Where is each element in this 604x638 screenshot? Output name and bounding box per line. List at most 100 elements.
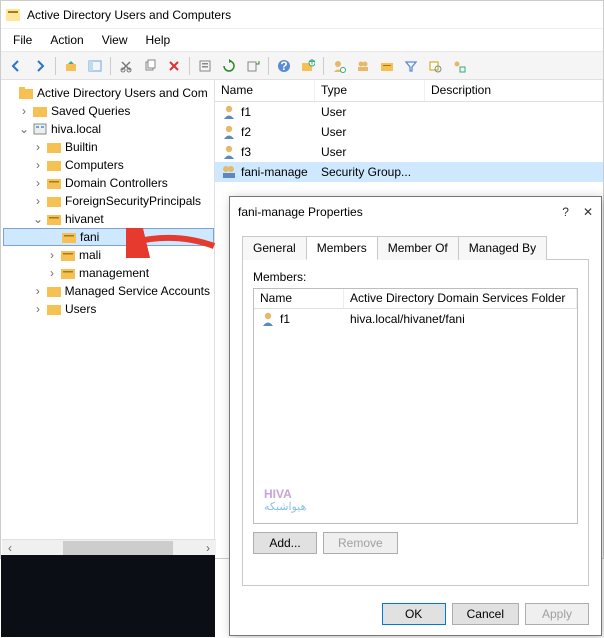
delete-button[interactable] (163, 55, 185, 77)
ou-icon (61, 229, 77, 245)
properties-button[interactable] (194, 55, 216, 77)
export-button[interactable] (242, 55, 264, 77)
expand-icon[interactable] (46, 230, 60, 244)
scroll-right-icon[interactable]: › (200, 540, 216, 556)
tree-msa[interactable]: › Managed Service Accounts (3, 282, 214, 300)
tree-domain[interactable]: ⌄ hiva.local (3, 120, 214, 138)
col-name[interactable]: Name (215, 80, 315, 101)
list-rows: f1Userf2Userf3Userfani-manageSecurity Gr… (215, 102, 603, 182)
members-action-row: Add... Remove (253, 532, 578, 554)
svg-text:+: + (308, 59, 315, 69)
menu-action[interactable]: Action (42, 31, 91, 49)
members-list[interactable]: Name Active Directory Domain Services Fo… (253, 288, 578, 524)
back-button[interactable] (5, 55, 27, 77)
menu-view[interactable]: View (94, 31, 136, 49)
expand-icon[interactable]: › (31, 194, 45, 208)
tree-hivanet[interactable]: ⌄ hivanet (3, 210, 214, 228)
folder-icon (46, 157, 62, 173)
tree-mali[interactable]: › mali (3, 246, 214, 264)
copy-button[interactable] (139, 55, 161, 77)
tree-builtin[interactable]: › Builtin (3, 138, 214, 156)
new-user-button[interactable] (328, 55, 350, 77)
ok-button[interactable]: OK (382, 603, 446, 625)
folder-icon (46, 193, 62, 209)
expand-icon[interactable]: › (17, 104, 31, 118)
list-header: Name Type Description (215, 80, 603, 102)
menu-file[interactable]: File (5, 31, 40, 49)
new-group-button[interactable] (352, 55, 374, 77)
tree-computers[interactable]: › Computers (3, 156, 214, 174)
collapse-icon[interactable]: ⌄ (17, 122, 31, 136)
list-row[interactable]: f2User (215, 122, 603, 142)
cancel-button[interactable]: Cancel (452, 603, 519, 625)
add-to-group-button[interactable] (448, 55, 470, 77)
up-button[interactable] (60, 55, 82, 77)
tree-h-scrollbar[interactable]: ‹ › (2, 539, 216, 555)
apply-button[interactable]: Apply (525, 603, 589, 625)
expand-icon[interactable]: › (31, 176, 45, 190)
tab-general[interactable]: General (242, 236, 307, 260)
svg-text:?: ? (280, 59, 287, 73)
members-header: Name Active Directory Domain Services Fo… (254, 289, 577, 309)
dialog-titlebar: fani-manage Properties ? ✕ (230, 197, 601, 227)
toolbar: ? + (1, 52, 603, 80)
ou-icon (60, 247, 76, 263)
expand-icon[interactable]: › (45, 266, 59, 280)
dialog-body: General Members Member Of Managed By Mem… (230, 227, 601, 596)
refresh-button[interactable] (218, 55, 240, 77)
tree-root[interactable]: Active Directory Users and Com (3, 84, 214, 102)
scroll-left-icon[interactable]: ‹ (2, 540, 18, 556)
list-row[interactable]: f1User (215, 102, 603, 122)
window-title: Active Directory Users and Computers (27, 8, 231, 22)
tree-management[interactable]: › management (3, 264, 214, 282)
dialog-help-icon[interactable]: ? (562, 205, 569, 219)
show-hide-tree-button[interactable] (84, 55, 106, 77)
tree-saved-queries[interactable]: › Saved Queries (3, 102, 214, 120)
expand-icon[interactable]: › (31, 158, 45, 172)
mcol-folder[interactable]: Active Directory Domain Services Folder (344, 289, 577, 308)
scroll-thumb[interactable] (63, 541, 173, 555)
domain-icon (32, 121, 48, 137)
ou-icon (46, 175, 62, 191)
forward-button[interactable] (29, 55, 51, 77)
new-ou-button[interactable] (376, 55, 398, 77)
col-type[interactable]: Type (315, 80, 425, 101)
expand-icon[interactable]: › (31, 302, 45, 316)
list-row[interactable]: fani-manageSecurity Group... (215, 162, 603, 182)
tab-members[interactable]: Members (306, 236, 378, 260)
expand-icon[interactable] (3, 86, 17, 100)
ou-icon (46, 211, 62, 227)
expand-icon[interactable]: › (31, 140, 45, 154)
find-button[interactable] (424, 55, 446, 77)
tab-managedby[interactable]: Managed By (458, 236, 547, 260)
tree-fsp[interactable]: › ForeignSecurityPrincipals (3, 192, 214, 210)
expand-icon[interactable]: › (31, 284, 45, 298)
folder-icon (32, 103, 48, 119)
menu-help[interactable]: Help (138, 31, 179, 49)
collapse-icon[interactable]: ⌄ (31, 212, 45, 226)
tree-users[interactable]: › Users (3, 300, 214, 318)
members-label: Members: (253, 270, 578, 284)
members-row[interactable]: f1hiva.local/hivanet/fani (254, 309, 577, 329)
folder-icon (46, 301, 62, 317)
taskbar-fragment (1, 555, 215, 637)
dialog-close-icon[interactable]: ✕ (583, 205, 593, 219)
filter-button[interactable] (400, 55, 422, 77)
properties-dialog: fani-manage Properties ? ✕ General Membe… (229, 196, 602, 636)
expand-icon[interactable]: › (45, 248, 59, 262)
col-desc[interactable]: Description (425, 80, 603, 101)
new-container-button[interactable]: + (297, 55, 319, 77)
tabpage-members: Members: Name Active Directory Domain Se… (242, 260, 589, 586)
tab-memberof[interactable]: Member Of (377, 236, 459, 260)
tree-dc[interactable]: › Domain Controllers (3, 174, 214, 192)
remove-button[interactable]: Remove (323, 532, 398, 554)
mcol-name[interactable]: Name (254, 289, 344, 308)
tree-pane[interactable]: Active Directory Users and Com › Saved Q… (1, 80, 215, 558)
cut-button[interactable] (115, 55, 137, 77)
list-row[interactable]: f3User (215, 142, 603, 162)
watermark: HIVA هیواشبکه (264, 488, 306, 513)
titlebar: Active Directory Users and Computers (1, 1, 603, 29)
add-button[interactable]: Add... (253, 532, 317, 554)
tree-fani[interactable]: fani (3, 228, 214, 246)
help-button[interactable]: ? (273, 55, 295, 77)
